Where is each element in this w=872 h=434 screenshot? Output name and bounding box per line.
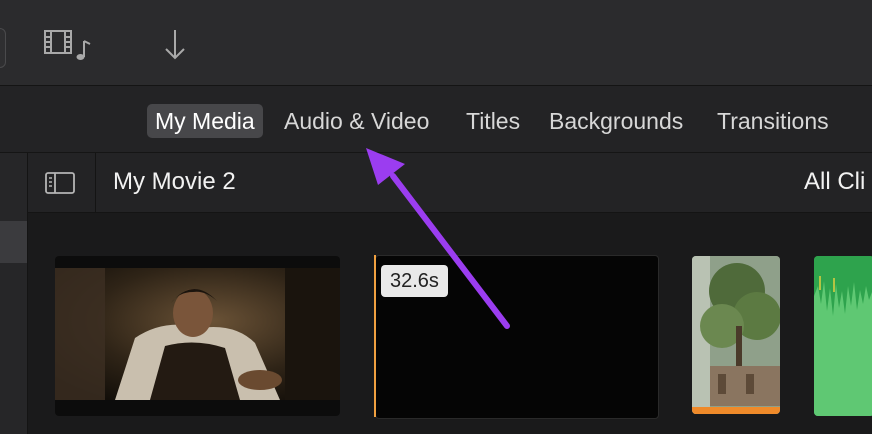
skimmer-playhead <box>374 255 376 417</box>
selected-range-bar <box>692 407 780 414</box>
tab-my-media[interactable]: My Media <box>147 104 263 138</box>
down-arrow-icon[interactable] <box>160 24 190 64</box>
media-browser: 32.6s <box>28 213 872 434</box>
man-in-vest-scene <box>55 268 340 400</box>
tab-transitions[interactable]: Transitions <box>709 104 837 138</box>
toolbar-left-button[interactable] <box>0 28 6 68</box>
header-divider <box>95 153 96 212</box>
tree-garden <box>692 256 780 414</box>
sidebar-toggle-icon[interactable] <box>45 172 75 194</box>
tab-audio-video[interactable]: Audio & Video <box>276 104 437 138</box>
libraries-sidebar <box>0 153 28 434</box>
browser-header: My Movie 2 All Cli <box>28 153 872 213</box>
clip-duration-badge: 32.6s <box>381 265 448 297</box>
video-clip-thumbnail-garden[interactable] <box>692 256 780 414</box>
project-title: My Movie 2 <box>113 168 236 195</box>
media-tab-bar: My Media Audio & Video Titles Background… <box>0 86 872 153</box>
sidebar-selected-item[interactable] <box>0 221 27 263</box>
audio-clip-thumbnail[interactable] <box>814 256 872 416</box>
tab-titles[interactable]: Titles <box>458 104 528 138</box>
toolbar <box>0 0 872 86</box>
film-music-icon[interactable] <box>42 24 94 64</box>
tab-backgrounds[interactable]: Backgrounds <box>541 104 691 138</box>
green-waveform <box>814 256 872 416</box>
video-clip-thumbnail[interactable] <box>55 256 340 416</box>
clip-filter-dropdown[interactable]: All Cli <box>804 168 865 196</box>
